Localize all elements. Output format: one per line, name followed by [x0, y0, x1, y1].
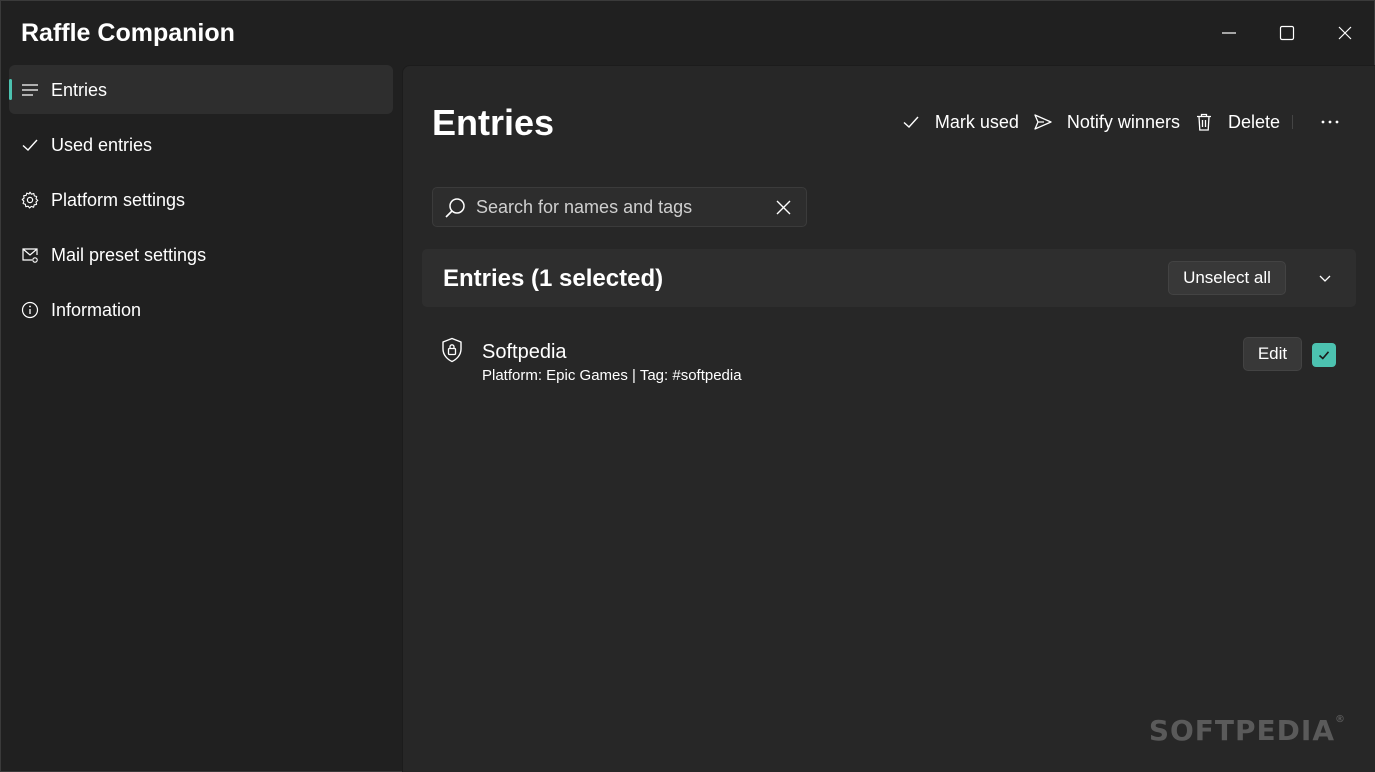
- sidebar-item-label: Information: [51, 300, 142, 320]
- search-icon: [445, 198, 465, 218]
- window-controls: [1200, 1, 1374, 65]
- shield-lock-icon: [442, 337, 462, 363]
- info-icon: [20, 300, 40, 320]
- watermark-text: SOFTPEDIA: [1148, 714, 1335, 747]
- sidebar-item-entries[interactable]: Entries: [9, 65, 393, 114]
- title-bar[interactable]: Raffle Companion: [1, 1, 1374, 65]
- gear-icon: [20, 190, 40, 210]
- sidebar-item-label: Mail preset settings: [51, 245, 207, 265]
- checkmark-icon: [1318, 351, 1330, 360]
- trash-icon: [1196, 113, 1211, 131]
- command-separator: [1292, 115, 1293, 129]
- entries-group-header: Entries (1 selected) Unselect all: [422, 249, 1356, 307]
- command-bar: Mark used Notify winners Delete: [887, 106, 1345, 138]
- more-options-button[interactable]: [1315, 106, 1345, 138]
- entry-checkbox[interactable]: [1312, 343, 1336, 367]
- checkmark-icon: [903, 116, 919, 128]
- mark-used-button[interactable]: Mark used: [901, 106, 1019, 138]
- maximize-button[interactable]: [1258, 1, 1316, 65]
- delete-label: Delete: [1227, 111, 1280, 132]
- send-icon: [1034, 114, 1052, 130]
- close-icon: [1338, 26, 1352, 40]
- sidebar-item-mail-preset-settings[interactable]: Mail preset settings: [9, 230, 393, 279]
- edit-button[interactable]: Edit: [1243, 337, 1302, 371]
- list-icon: [20, 80, 40, 100]
- unselect-all-button[interactable]: Unselect all: [1168, 261, 1286, 295]
- maximize-icon: [1279, 25, 1295, 41]
- sidebar: Entries Used entries Platform settings M…: [1, 65, 402, 772]
- group-title: Entries (1 selected): [443, 265, 664, 292]
- selection-indicator: [9, 79, 12, 100]
- watermark-logo: SOFTPEDIA®: [1148, 714, 1346, 747]
- app-title: Raffle Companion: [21, 19, 235, 47]
- app-window: Raffle Companion Entries Used entries Pl…: [0, 0, 1375, 772]
- entry-details: Platform: Epic Games | Tag: #softpedia: [482, 367, 742, 384]
- entry-name: Softpedia: [482, 341, 567, 363]
- sidebar-item-used-entries[interactable]: Used entries: [9, 120, 393, 169]
- search-box: [432, 187, 807, 227]
- page-title: Entries: [432, 102, 555, 143]
- more-icon: [1321, 120, 1339, 124]
- mark-used-label: Mark used: [934, 111, 1019, 132]
- close-button[interactable]: [1316, 1, 1374, 65]
- notify-winners-button[interactable]: Notify winners: [1033, 106, 1180, 138]
- delete-button[interactable]: Delete: [1194, 106, 1280, 138]
- sidebar-item-label: Platform settings: [51, 190, 186, 210]
- search-input[interactable]: [476, 188, 766, 226]
- notify-winners-label: Notify winners: [1066, 111, 1180, 132]
- sidebar-item-information[interactable]: Information: [9, 285, 393, 334]
- sidebar-item-platform-settings[interactable]: Platform settings: [9, 175, 393, 224]
- clear-search-icon[interactable]: [775, 199, 792, 216]
- minimize-icon: [1222, 32, 1236, 34]
- sidebar-item-label: Entries: [51, 80, 108, 100]
- checkmark-icon: [20, 135, 40, 155]
- list-item[interactable]: Softpedia Platform: Epic Games | Tag: #s…: [422, 328, 1356, 390]
- main-content: Entries Mark used Notify winners Delete: [402, 65, 1375, 772]
- chevron-down-icon[interactable]: [1318, 271, 1332, 285]
- sidebar-item-label: Used entries: [51, 135, 153, 155]
- minimize-button[interactable]: [1200, 1, 1258, 65]
- mail-settings-icon: [20, 245, 40, 265]
